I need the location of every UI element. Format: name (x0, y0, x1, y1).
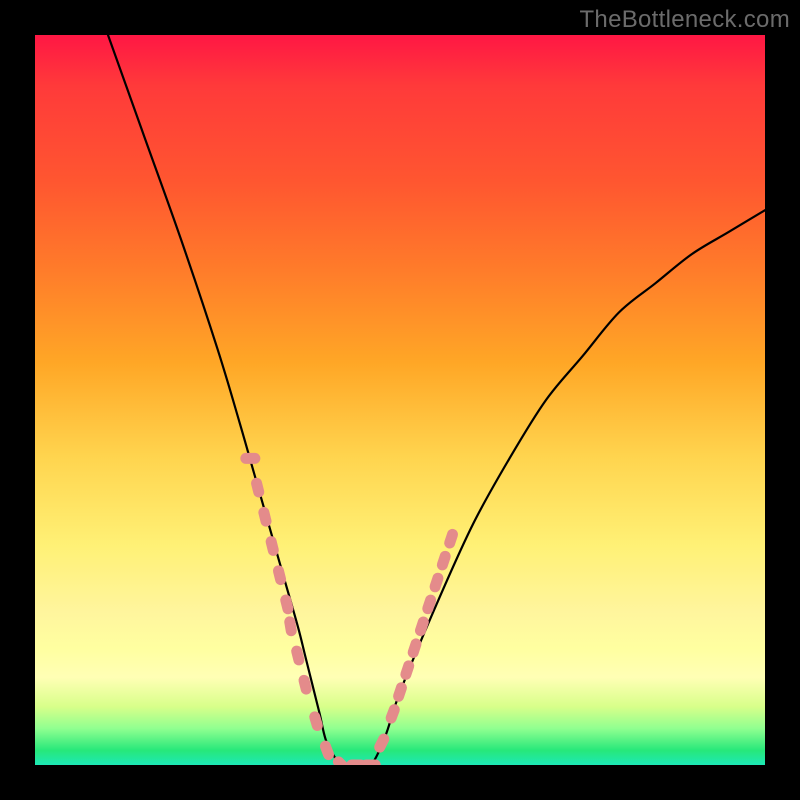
marker-dot (421, 593, 438, 615)
curve-path-group (108, 35, 765, 765)
marker-dot (399, 659, 416, 681)
marker-dot (443, 527, 460, 549)
marker-dot (392, 681, 409, 703)
plot-area (35, 35, 765, 765)
curve-layer (35, 35, 765, 765)
marker-dot (257, 506, 273, 528)
marker-dot (272, 564, 288, 586)
marker-dot (361, 760, 381, 766)
chart-frame: TheBottleneck.com (0, 0, 800, 800)
marker-band (240, 453, 459, 765)
marker-dot (250, 477, 266, 499)
marker-dot (435, 549, 452, 571)
marker-dot (372, 732, 391, 755)
marker-dot (384, 703, 401, 726)
marker-dot (318, 739, 335, 762)
marker-dot (308, 710, 324, 732)
watermark-text: TheBottleneck.com (579, 6, 790, 34)
marker-dot (264, 535, 280, 557)
bottleneck-curve (108, 35, 765, 765)
marker-dot (240, 453, 260, 464)
marker-dot (279, 593, 295, 615)
